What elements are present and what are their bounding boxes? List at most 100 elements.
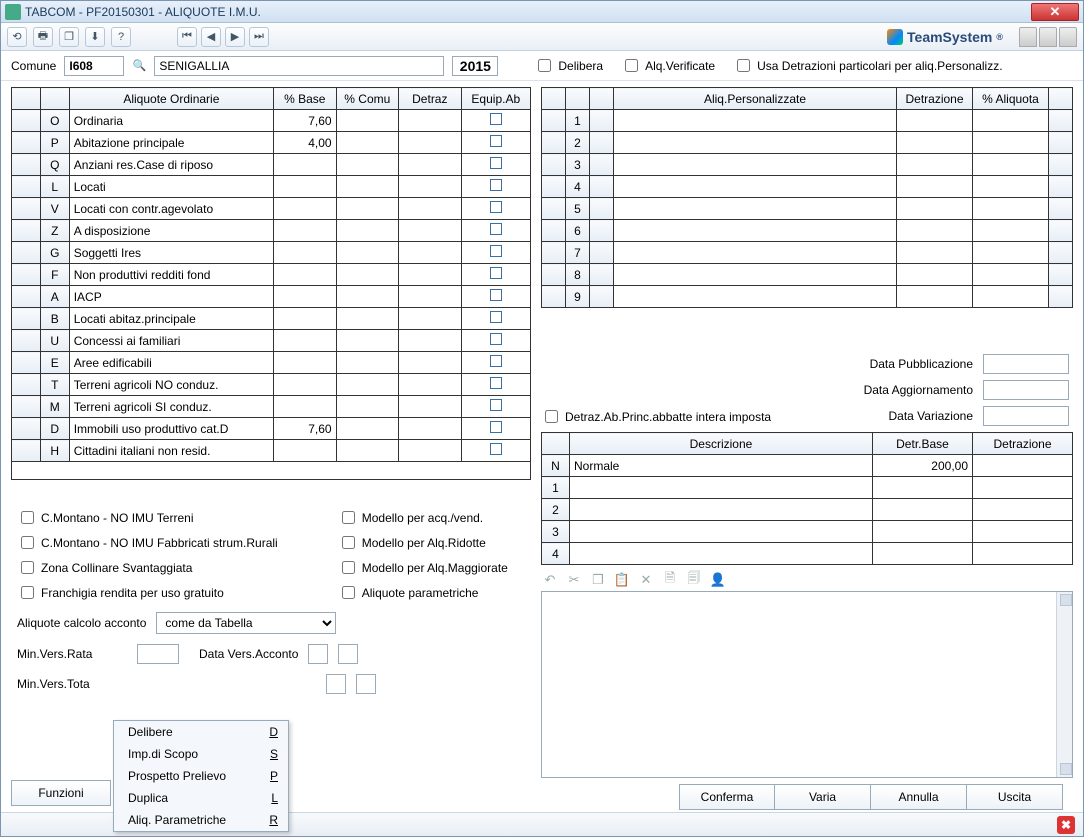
next-icon[interactable]: ▶ <box>225 27 245 47</box>
last-icon[interactable]: ⏭ <box>249 27 269 47</box>
table-row[interactable]: LLocati <box>12 176 531 198</box>
option-checkbox[interactable]: Modello per acq./vend. <box>338 508 508 527</box>
data-acconto-label: Data Vers.Acconto <box>199 647 298 661</box>
menu-item[interactable]: DelibereD <box>114 721 288 743</box>
comune-name-input[interactable] <box>154 56 444 76</box>
option-checkbox[interactable]: Aliquote parametriche <box>338 583 508 602</box>
menu-item[interactable]: Imp.di ScopoS <box>114 743 288 765</box>
table-row[interactable]: TTerreni agricoli NO conduz. <box>12 374 531 396</box>
chk-alq-verificate[interactable]: Alq.Verificate <box>621 56 715 75</box>
option-checkbox[interactable]: C.Montano - NO IMU Terreni <box>17 508 278 527</box>
tab-2[interactable] <box>1039 27 1057 47</box>
app-icon <box>5 4 21 20</box>
copy2-icon[interactable]: ❐ <box>589 571 607 589</box>
option-checkbox[interactable]: Modello per Alq.Maggiorate <box>338 558 508 577</box>
min-rata-input[interactable] <box>137 644 179 664</box>
table-row[interactable]: 4 <box>542 176 1073 198</box>
table-row[interactable]: 2 <box>542 499 1073 521</box>
table-row[interactable]: EAree edificabili <box>12 352 531 374</box>
table-row[interactable]: FNon produttivi redditi fond <box>12 264 531 286</box>
cut-icon[interactable]: ✂ <box>565 571 583 589</box>
chk-delibera[interactable]: Delibera <box>534 56 603 75</box>
menu-item[interactable]: Aliq. ParametricheR <box>114 809 288 831</box>
menu-item[interactable]: DuplicaL <box>114 787 288 809</box>
uscita-button[interactable]: Uscita <box>967 784 1063 810</box>
chk-usa-detrazioni[interactable]: Usa Detrazioni particolari per aliq.Pers… <box>733 56 1002 75</box>
option-checkbox[interactable]: Zona Collinare Svantaggiata <box>17 558 278 577</box>
error-icon[interactable]: ✖ <box>1057 816 1075 834</box>
tab-1[interactable] <box>1019 27 1037 47</box>
funzioni-button[interactable]: Funzioni <box>11 780 111 806</box>
tab-3[interactable] <box>1059 27 1077 47</box>
detrazioni-table[interactable]: DescrizioneDetr.BaseDetrazione NNormale2… <box>541 432 1073 565</box>
table-row[interactable]: 2 <box>542 132 1073 154</box>
annulla-button[interactable]: Annulla <box>871 784 967 810</box>
table-row[interactable]: 3 <box>542 154 1073 176</box>
dates-block: Data Pubblicazione Data Aggiornamento Da… <box>864 354 1073 426</box>
varia-button[interactable]: Varia <box>775 784 871 810</box>
option-checkbox[interactable]: Modello per Alq.Ridotte <box>338 533 508 552</box>
table-row[interactable]: PAbitazione principale4,00 <box>12 132 531 154</box>
table-row[interactable]: 1 <box>542 110 1073 132</box>
table-row[interactable]: HCittadini italiani non resid. <box>12 440 531 462</box>
table-row[interactable]: UConcessi ai familiari <box>12 330 531 352</box>
comune-label: Comune <box>11 59 56 73</box>
scrollbar-vertical[interactable] <box>1056 592 1072 777</box>
docs-icon[interactable]: 🗐 <box>685 571 703 589</box>
table-row[interactable]: DImmobili uso produttivo cat.D7,60 <box>12 418 531 440</box>
data-extra-d[interactable] <box>326 674 346 694</box>
date-pub-input[interactable] <box>983 354 1069 374</box>
menu-item[interactable]: Prospetto PrelievoP <box>114 765 288 787</box>
date-var-input[interactable] <box>983 406 1069 426</box>
table-row[interactable]: AIACP <box>12 286 531 308</box>
doc-icon[interactable]: 🗎 <box>661 571 679 589</box>
data-acconto-m[interactable] <box>338 644 358 664</box>
lookup-icon[interactable]: 🔍 <box>132 59 146 73</box>
table-row[interactable]: QAnziani res.Case di riposo <box>12 154 531 176</box>
back-icon[interactable]: ⟲ <box>7 27 27 47</box>
close-button[interactable]: ✕ <box>1031 3 1079 21</box>
year-input[interactable] <box>452 56 498 76</box>
funzioni-menu[interactable]: DelibereDImp.di ScopoSProspetto Prelievo… <box>113 720 289 832</box>
export-icon[interactable]: ⬇ <box>85 27 105 47</box>
comune-code-input[interactable] <box>64 56 124 76</box>
window-title: TABCOM - PF20150301 - ALIQUOTE I.M.U. <box>25 5 261 19</box>
memo-area[interactable] <box>541 591 1073 778</box>
table-row[interactable]: 5 <box>542 198 1073 220</box>
conferma-button[interactable]: Conferma <box>679 784 775 810</box>
table-row[interactable]: 7 <box>542 242 1073 264</box>
table-row[interactable]: MTerreni agricoli SI conduz. <box>12 396 531 418</box>
aliquote-ordinarie-table[interactable]: Aliquote Ordinarie% Base% ComuDetrazEqui… <box>11 87 531 462</box>
paste-icon[interactable]: 📋 <box>613 571 631 589</box>
option-checkbox[interactable]: C.Montano - NO IMU Fabbricati strum.Rura… <box>17 533 278 552</box>
table-row[interactable]: 9 <box>542 286 1073 308</box>
table-row[interactable]: 3 <box>542 521 1073 543</box>
table-row[interactable]: 6 <box>542 220 1073 242</box>
table-row[interactable]: 8 <box>542 264 1073 286</box>
table-row[interactable]: 1 <box>542 477 1073 499</box>
main-toolbar: ⟲ 🖶 ❐ ⬇ ? ⏮ ◀ ▶ ⏭ TeamSystem® <box>1 23 1083 51</box>
table-row[interactable]: BLocati abitaz.principale <box>12 308 531 330</box>
print-icon[interactable]: 🖶 <box>33 27 53 47</box>
first-icon[interactable]: ⏮ <box>177 27 197 47</box>
date-agg-label: Data Aggiornamento <box>864 383 973 397</box>
undo-icon[interactable]: ↶ <box>541 571 559 589</box>
table-row[interactable]: OOrdinaria7,60 <box>12 110 531 132</box>
acconto-select[interactable]: come da Tabella <box>156 612 336 634</box>
data-extra-m[interactable] <box>356 674 376 694</box>
delete-icon[interactable]: ✕ <box>637 571 655 589</box>
aliq-personalizzate-table[interactable]: Aliq.PersonalizzateDetrazione% Aliquota … <box>541 87 1073 308</box>
table-row[interactable]: 4 <box>542 543 1073 565</box>
data-acconto-d[interactable] <box>308 644 328 664</box>
copy-icon[interactable]: ❐ <box>59 27 79 47</box>
table-row[interactable]: GSoggetti Ires <box>12 242 531 264</box>
help-icon[interactable]: ? <box>111 27 131 47</box>
chk-detraz-abbatte[interactable]: Detraz.Ab.Princ.abbatte intera imposta <box>541 407 844 426</box>
table-row[interactable]: VLocati con contr.agevolato <box>12 198 531 220</box>
option-checkbox[interactable]: Franchigia rendita per uso gratuito <box>17 583 278 602</box>
table-row[interactable]: NNormale200,00 <box>542 455 1073 477</box>
prev-icon[interactable]: ◀ <box>201 27 221 47</box>
user-icon[interactable]: 👤 <box>709 571 727 589</box>
table-row[interactable]: ZA disposizione <box>12 220 531 242</box>
date-agg-input[interactable] <box>983 380 1069 400</box>
